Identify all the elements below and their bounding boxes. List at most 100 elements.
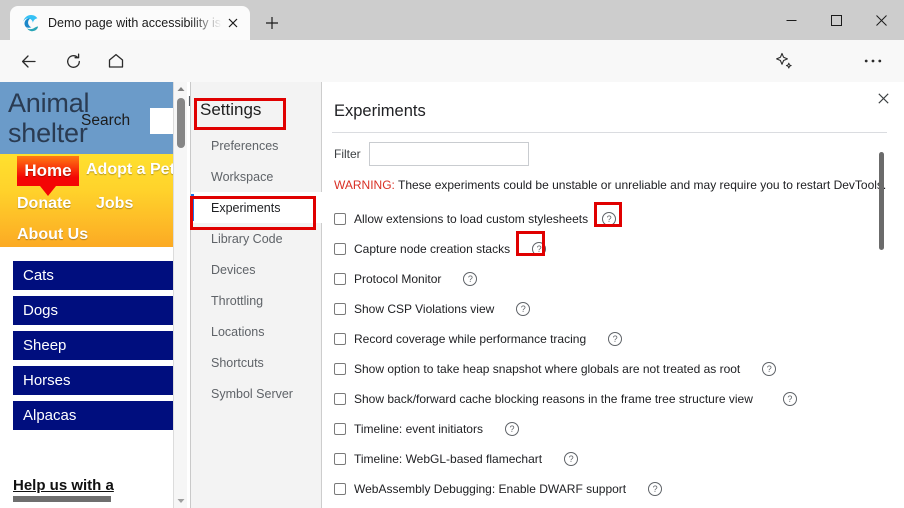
browser-toolbar: https://microsoftedge.github.io/Demos/de…: [0, 40, 904, 116]
experiment-label: Show CSP Violations view: [354, 302, 495, 316]
experiment-row[interactable]: Show back/forward cache blocking reasons…: [334, 384, 886, 414]
help-us-underline-bar: [13, 496, 111, 502]
web-page-content: Animal shelter Search Home Adopt a Pet D…: [0, 82, 187, 508]
experiment-checkbox[interactable]: [334, 453, 346, 465]
sidebar-item-throttling[interactable]: Throttling: [190, 285, 322, 316]
experiment-row[interactable]: WebAssembly Debugging: Enable DWARF supp…: [334, 474, 886, 504]
experiment-checkbox[interactable]: [334, 243, 346, 255]
experiment-checkbox[interactable]: [334, 423, 346, 435]
nav-item-home[interactable]: Home: [17, 156, 79, 186]
nav-item-about-us[interactable]: About Us: [17, 226, 88, 244]
dialog-close-icon[interactable]: [873, 88, 893, 108]
settings-nav: Preferences Workspace Experiments Librar…: [190, 130, 322, 409]
experiment-row[interactable]: Record coverage while performance tracin…: [334, 324, 886, 354]
experiment-label: Timeline: WebGL-based flamechart: [354, 452, 543, 466]
experiment-row[interactable]: Capture node creation stacks ?: [334, 234, 886, 264]
list-item[interactable]: Sheep: [13, 331, 177, 360]
experiment-label: Record coverage while performance tracin…: [354, 332, 587, 346]
nav-item-adopt-a-pet[interactable]: Adopt a Pet: [86, 161, 175, 179]
edge-logo-icon: [22, 14, 40, 32]
sidebar-item-experiments[interactable]: Experiments: [190, 192, 322, 223]
back-arrow-icon[interactable]: [14, 47, 42, 75]
help-circle-icon[interactable]: ?: [516, 302, 531, 316]
list-item[interactable]: Alpacas: [13, 401, 177, 430]
help-circle-icon[interactable]: ?: [564, 452, 579, 466]
tab-close-icon[interactable]: [222, 12, 244, 34]
experiment-row[interactable]: Show option to take heap snapshot where …: [334, 354, 886, 384]
sidebar-item-label: Throttling: [211, 293, 264, 308]
experiment-checkbox[interactable]: [334, 393, 346, 405]
list-item[interactable]: Horses: [13, 366, 177, 395]
sidebar-item-preferences[interactable]: Preferences: [190, 130, 322, 161]
help-circle-icon[interactable]: ?: [602, 212, 617, 226]
experiments-list: Allow extensions to load custom styleshe…: [334, 204, 886, 504]
warning-prefix: WARNING:: [334, 178, 395, 192]
shelter-header: Animal shelter Search: [0, 82, 186, 154]
experiment-row[interactable]: Protocol Monitor ?: [334, 264, 886, 294]
list-item[interactable]: Dogs: [13, 296, 177, 325]
sidebar-item-locations[interactable]: Locations: [190, 316, 322, 347]
ellipsis-icon[interactable]: [859, 47, 887, 75]
category-list: Cats Dogs Sheep Horses Alpacas: [0, 247, 186, 430]
sidebar-item-label: Preferences: [211, 138, 279, 153]
experiment-label: Protocol Monitor: [354, 272, 442, 286]
home-icon[interactable]: [102, 47, 130, 75]
sidebar-item-label: Workspace: [211, 169, 274, 184]
experiment-label: Capture node creation stacks: [354, 242, 511, 256]
help-circle-icon[interactable]: ?: [648, 482, 663, 496]
experiment-row[interactable]: Show CSP Violations view ?: [334, 294, 886, 324]
window-close-icon[interactable]: [859, 0, 904, 40]
help-circle-icon[interactable]: ?: [762, 362, 777, 376]
sidebar-item-label: Shortcuts: [211, 355, 264, 370]
page-title: Experiments: [334, 102, 426, 120]
title-bar: Demo page with accessibility issues: [0, 0, 904, 40]
experiment-checkbox[interactable]: [334, 303, 346, 315]
help-circle-icon[interactable]: ?: [782, 392, 797, 406]
experiment-row[interactable]: Timeline: WebGL-based flamechart ?: [334, 444, 886, 474]
experiment-row[interactable]: Timeline: event initiators ?: [334, 414, 886, 444]
help-circle-icon[interactable]: ?: [504, 422, 519, 436]
experiments-panel: Experiments Filter WARNING: These experi…: [322, 82, 904, 508]
experiment-label: Allow extensions to load custom styleshe…: [354, 212, 589, 226]
experiment-row[interactable]: Allow extensions to load custom styleshe…: [334, 204, 886, 234]
devtools-settings-dialog: Settings Preferences Workspace Experimen…: [190, 82, 904, 508]
nav-item-donate[interactable]: Donate: [17, 195, 71, 213]
help-us-link[interactable]: Help us with a: [13, 477, 114, 494]
settings-title: Settings: [200, 100, 262, 119]
filter-input[interactable]: [368, 142, 529, 166]
window-controls: [769, 0, 904, 40]
experiment-label: Show back/forward cache blocking reasons…: [354, 392, 753, 406]
nav-item-jobs[interactable]: Jobs: [96, 195, 133, 213]
experiment-checkbox[interactable]: [334, 273, 346, 285]
divider: [332, 132, 887, 133]
page-scrollbar-thumb[interactable]: [177, 98, 185, 148]
help-circle-icon[interactable]: ?: [608, 332, 623, 346]
page-scrollbar[interactable]: [173, 82, 187, 508]
chevron-down-icon[interactable]: [174, 494, 188, 508]
sidebar-item-devices[interactable]: Devices: [190, 254, 322, 285]
filter-row: Filter: [334, 142, 529, 166]
tab-title: Demo page with accessibility issues: [48, 16, 222, 30]
sidebar-item-label: Experiments: [211, 200, 281, 215]
list-item[interactable]: Cats: [13, 261, 177, 290]
experiment-checkbox[interactable]: [334, 363, 346, 375]
sidebar-item-workspace[interactable]: Workspace: [190, 161, 322, 192]
experiment-checkbox[interactable]: [334, 333, 346, 345]
chevron-up-icon[interactable]: [174, 82, 188, 96]
browser-tab[interactable]: Demo page with accessibility issues: [10, 6, 250, 40]
copilot-sparkle-icon[interactable]: [770, 47, 798, 75]
new-tab-button[interactable]: [258, 10, 286, 36]
sidebar-item-symbol-server[interactable]: Symbol Server: [190, 378, 322, 409]
refresh-icon[interactable]: [59, 47, 87, 75]
maximize-icon[interactable]: [814, 0, 859, 40]
help-circle-icon[interactable]: ?: [532, 242, 547, 256]
experiment-checkbox[interactable]: [334, 213, 346, 225]
filter-label: Filter: [334, 147, 361, 161]
sidebar-item-library-code[interactable]: Library Code: [190, 223, 322, 254]
minimize-icon[interactable]: [769, 0, 814, 40]
sidebar-item-shortcuts[interactable]: Shortcuts: [190, 347, 322, 378]
help-circle-icon[interactable]: ?: [463, 272, 478, 286]
experiment-checkbox[interactable]: [334, 483, 346, 495]
sidebar-item-label: Locations: [211, 324, 265, 339]
experiments-scrollbar-thumb[interactable]: [879, 152, 884, 250]
